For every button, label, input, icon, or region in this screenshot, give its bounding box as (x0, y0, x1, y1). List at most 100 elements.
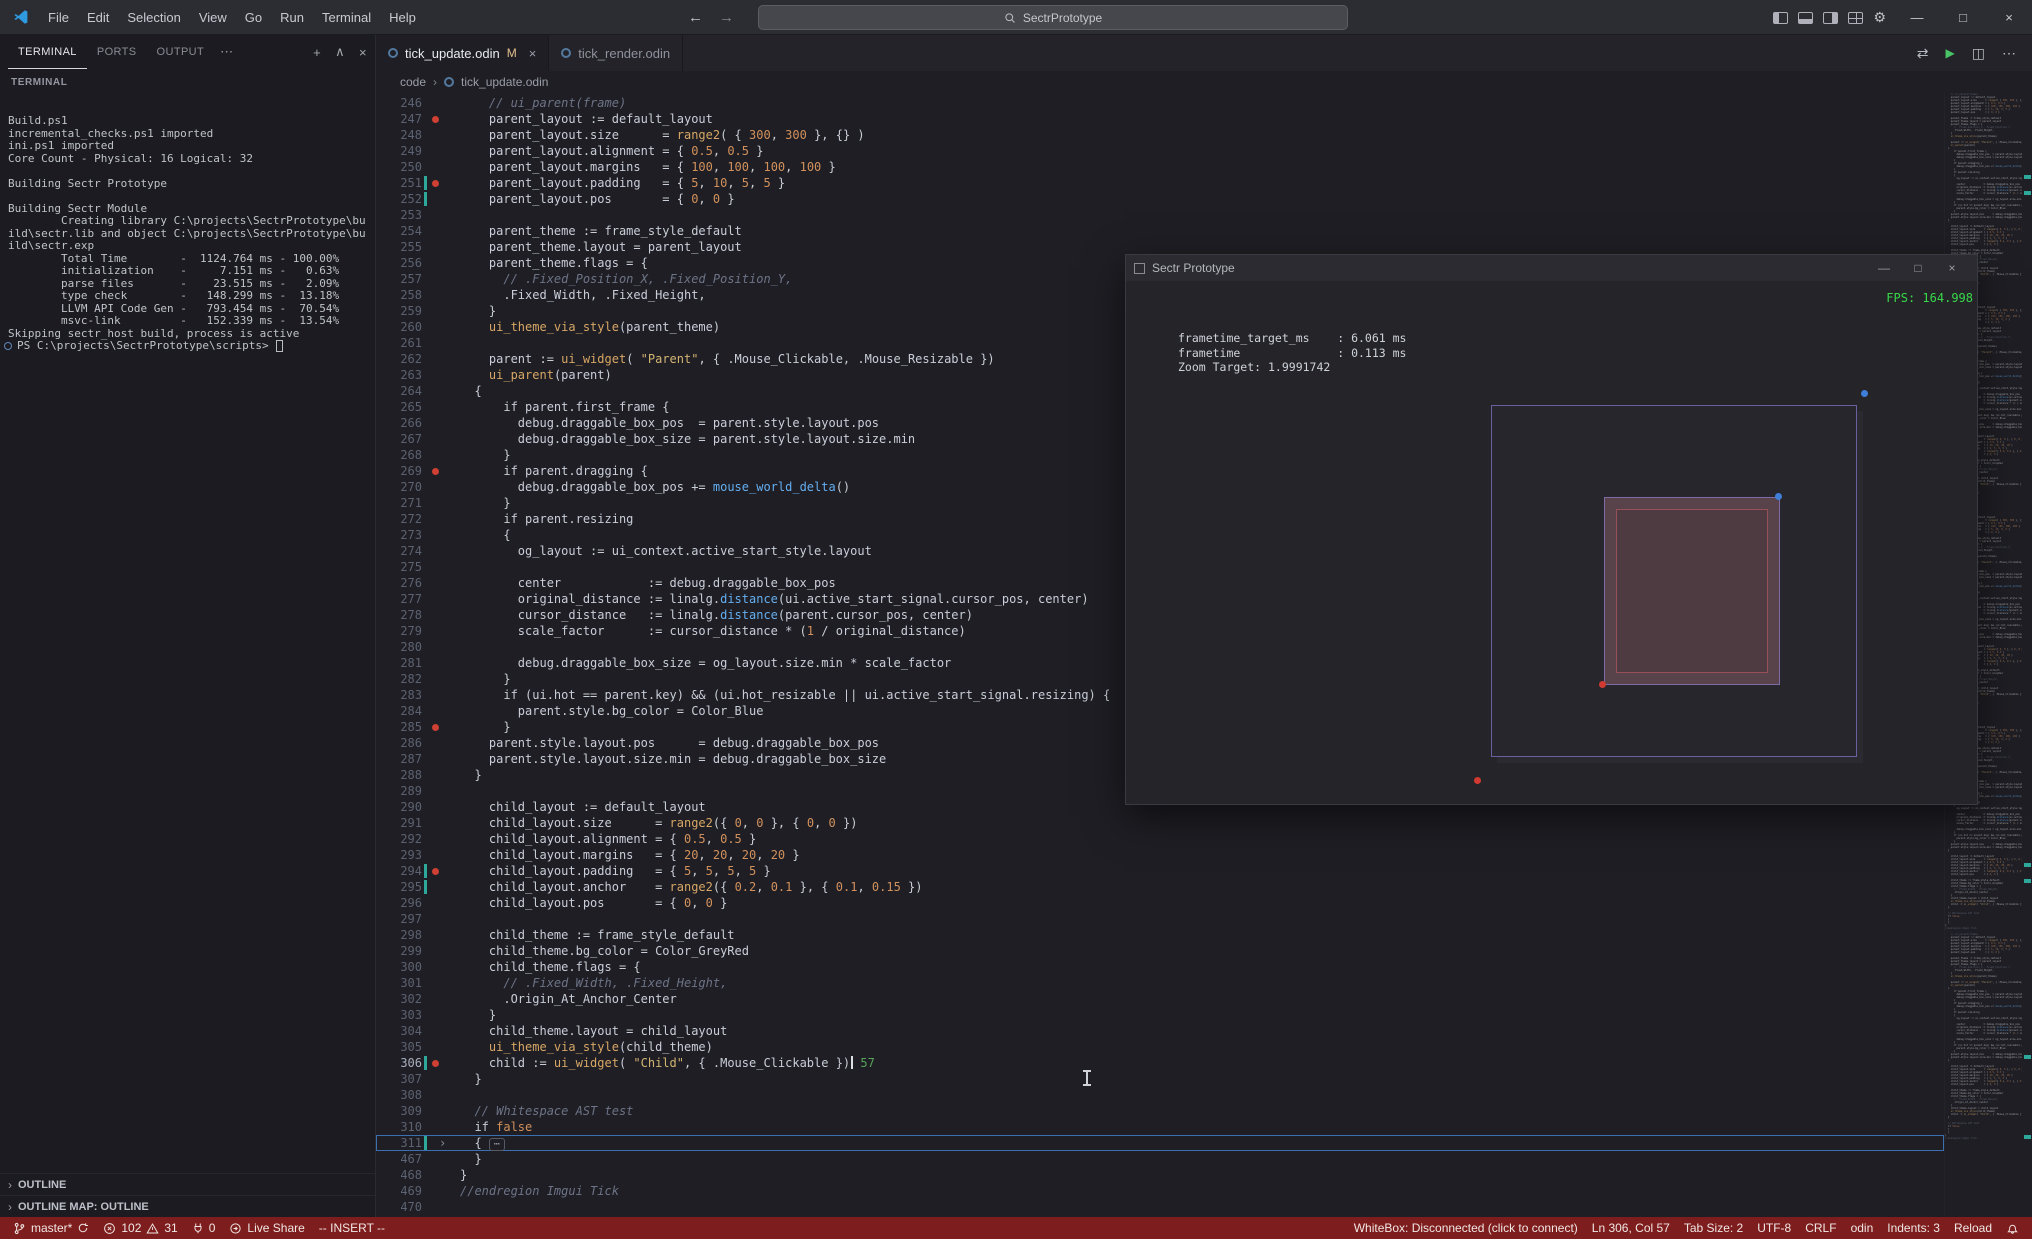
terminal-prompt-row[interactable]: PS C:\projects\SectrPrototype\scripts> (4, 339, 367, 353)
code-line[interactable]: 309 // Whitespace AST test (376, 1103, 1944, 1119)
terminal-output[interactable]: Build.ps1 incremental_checks.ps1 imported… (0, 93, 375, 1173)
fold-chevron-icon[interactable]: › (439, 1135, 446, 1151)
code-line[interactable]: 294 child_layout.padding = { 5, 5, 5, 5 … (376, 863, 1944, 879)
nav-back-icon[interactable]: ← (688, 9, 703, 26)
red-dot-marker[interactable] (432, 724, 439, 731)
code-line[interactable]: 246 // ui_parent(frame) (376, 95, 1944, 111)
code-line[interactable]: 304 child_theme.layout = child_layout (376, 1023, 1944, 1039)
sectr-prototype-window[interactable]: Sectr Prototype — □ × FPS: 164.998 frame… (1125, 254, 1978, 805)
toggle-panel-icon[interactable] (1798, 11, 1814, 24)
overlay-close-button[interactable]: × (1935, 255, 1969, 281)
breadcrumb[interactable]: code › tick_update.odin (376, 71, 2032, 93)
fold-badge[interactable]: ⋯ (488, 1138, 505, 1151)
menu-run[interactable]: Run (271, 0, 313, 34)
code-line[interactable]: 251 parent_layout.padding = { 5, 10, 5, … (376, 175, 1944, 191)
notifications-bell[interactable] (1999, 1217, 2026, 1239)
code-line[interactable]: 295 child_layout.anchor = range2({ 0.2, … (376, 879, 1944, 895)
code-line[interactable]: 303 } (376, 1007, 1944, 1023)
code-line[interactable]: 248 parent_layout.size = range2( { 300, … (376, 127, 1944, 143)
tab-tick-update[interactable]: tick_update.odin M × (376, 35, 550, 71)
breadcrumb-file[interactable]: tick_update.odin (461, 75, 548, 89)
code-line[interactable]: 250 parent_layout.margins = { 100, 100, … (376, 159, 1944, 175)
window-minimize-button[interactable]: — (1894, 0, 1940, 35)
menu-terminal[interactable]: Terminal (313, 0, 380, 34)
split-editor-icon[interactable]: ◫ (1972, 45, 1985, 62)
ports-status[interactable]: 0 (185, 1217, 223, 1239)
code-line[interactable]: 310 if false (376, 1119, 1944, 1135)
new-terminal-icon[interactable]: + (313, 45, 321, 60)
reload-button[interactable]: Reload (1947, 1217, 1999, 1239)
red-dot-marker[interactable] (432, 180, 439, 187)
code-line[interactable]: 252 parent_layout.pos = { 0, 0 } (376, 191, 1944, 207)
code-line[interactable]: 302 .Origin_At_Anchor_Center (376, 991, 1944, 1007)
menu-edit[interactable]: Edit (78, 0, 118, 34)
whitebox-status[interactable]: WhiteBox: Disconnected (click to connect… (1347, 1217, 1585, 1239)
eol-setting[interactable]: CRLF (1798, 1217, 1843, 1239)
customize-layout-icon[interactable] (1848, 11, 1864, 24)
code-line[interactable]: 291 child_layout.size = range2({ 0, 0 },… (376, 815, 1944, 831)
nav-forward-icon[interactable]: → (719, 9, 734, 26)
encoding-setting[interactable]: UTF-8 (1750, 1217, 1798, 1239)
indents-setting[interactable]: Indents: 3 (1880, 1217, 1947, 1239)
menu-selection[interactable]: Selection (118, 0, 189, 34)
panel-tab-terminal[interactable]: TERMINAL (8, 35, 87, 69)
code-line[interactable]: 254 parent_theme := frame_style_default (376, 223, 1944, 239)
run-file-icon[interactable]: ▶ (1946, 46, 1955, 60)
panel-tab-ports[interactable]: PORTS (87, 35, 147, 69)
overlay-maximize-button[interactable]: □ (1901, 255, 1935, 281)
code-line[interactable]: 293 child_layout.margins = { 20, 20, 20,… (376, 847, 1944, 863)
code-line[interactable]: 305 ui_theme_via_style(child_theme) (376, 1039, 1944, 1055)
outline-map-section[interactable]: › OUTLINE MAP: OUTLINE (0, 1195, 375, 1217)
git-branch-status[interactable]: master* (6, 1217, 96, 1239)
live-share-status[interactable]: Live Share (222, 1217, 311, 1239)
code-line[interactable]: 301 // .Fixed_Width, .Fixed_Height, (376, 975, 1944, 991)
tab-tick-render[interactable]: tick_render.odin (549, 35, 684, 71)
code-line[interactable]: 311 › {⋯ (376, 1135, 1944, 1151)
red-dot-marker[interactable] (432, 468, 439, 475)
code-line[interactable]: 469 //endregion Imgui Tick (376, 1183, 1944, 1199)
red-dot-marker[interactable] (432, 116, 439, 123)
cursor-position[interactable]: Ln 306, Col 57 (1585, 1217, 1677, 1239)
close-panel-icon[interactable]: × (359, 45, 367, 60)
code-line[interactable]: 296 child_layout.pos = { 0, 0 } (376, 895, 1944, 911)
problems-status[interactable]: 102 31 (96, 1217, 184, 1239)
breadcrumb-folder[interactable]: code (400, 75, 426, 89)
language-mode[interactable]: odin (1844, 1217, 1881, 1239)
code-line[interactable]: 308 (376, 1087, 1944, 1103)
compare-changes-icon[interactable]: ⇄ (1917, 45, 1929, 62)
menu-go[interactable]: Go (236, 0, 271, 34)
panel-tab-output[interactable]: OUTPUT (147, 35, 215, 69)
code-line[interactable]: 470 (376, 1199, 1944, 1215)
overlay-minimize-button[interactable]: — (1867, 255, 1901, 281)
toggle-secondary-sidebar-icon[interactable] (1823, 11, 1839, 24)
code-line[interactable]: 468} (376, 1167, 1944, 1183)
window-maximize-button[interactable]: □ (1940, 0, 1986, 35)
code-line[interactable]: 255 parent_theme.layout = parent_layout (376, 239, 1944, 255)
more-actions-icon[interactable]: ⋯ (2002, 45, 2016, 62)
scrollbar[interactable] (2022, 93, 2032, 1217)
code-line[interactable]: 307 } (376, 1071, 1944, 1087)
menu-help[interactable]: Help (380, 0, 425, 34)
tab-size-setting[interactable]: Tab Size: 2 (1677, 1217, 1750, 1239)
red-dot-marker[interactable] (432, 868, 439, 875)
code-line[interactable]: 300 child_theme.flags = { (376, 959, 1944, 975)
panel-tab-overflow-icon[interactable]: ⋯ (214, 35, 239, 69)
outline-section[interactable]: › OUTLINE (0, 1173, 375, 1195)
code-line[interactable]: 298 child_theme := frame_style_default (376, 927, 1944, 943)
close-tab-icon[interactable]: × (529, 46, 537, 61)
code-line[interactable]: 306 child := ui_widget( "Child", { .Mous… (376, 1055, 1944, 1071)
window-close-button[interactable]: × (1986, 0, 2032, 35)
code-line[interactable]: 247 parent_layout := default_layout (376, 111, 1944, 127)
code-line[interactable]: 299 child_theme.bg_color = Color_GreyRed (376, 943, 1944, 959)
code-line[interactable]: 249 parent_layout.alignment = { 0.5, 0.5… (376, 143, 1944, 159)
menu-view[interactable]: View (190, 0, 236, 34)
command-center-search[interactable]: SectrPrototype (758, 5, 1348, 30)
toggle-sidebar-icon[interactable] (1773, 11, 1789, 24)
overlay-title-bar[interactable]: Sectr Prototype — □ × (1126, 255, 1977, 281)
overlay-viewport[interactable]: FPS: 164.998 frametime_target_ms : 6.061… (1126, 281, 1977, 804)
code-line[interactable]: 253 (376, 207, 1944, 223)
code-line[interactable]: 297 (376, 911, 1944, 927)
menu-file[interactable]: File (39, 0, 78, 34)
gear-icon[interactable]: ⚙ (1873, 9, 1886, 26)
code-line[interactable]: 467 } (376, 1151, 1944, 1167)
